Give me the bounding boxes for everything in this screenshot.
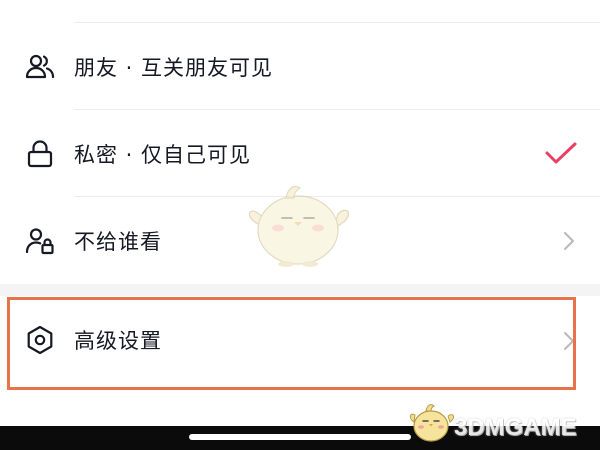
- option-exclude-label: 不给谁看: [74, 230, 162, 254]
- option-friends-label: 朋友 · 互关朋友可见: [74, 56, 274, 80]
- mascot-watermark-icon: [242, 178, 354, 270]
- lock-icon: [24, 138, 56, 170]
- home-indicator[interactable]: [189, 434, 411, 440]
- watermark-logo-text: 3DMGAME: [454, 414, 577, 441]
- chevron-right-icon: [562, 330, 576, 352]
- person-lock-icon: [24, 225, 56, 257]
- site-watermark: 3DMGAME: [408, 398, 598, 448]
- chevron-right-icon: [562, 230, 576, 252]
- section-separator: [0, 284, 600, 296]
- privacy-settings-sheet: 朋友 · 互关朋友可见 私密 · 仅自己可见 不给谁看 高级设置 3DMGAME: [0, 0, 600, 450]
- hexagon-settings-icon: [24, 324, 56, 356]
- option-private-label: 私密 · 仅自己可见: [74, 143, 252, 167]
- advanced-settings-label: 高级设置: [74, 329, 162, 353]
- checkmark-icon: [544, 141, 578, 167]
- two-people-icon: [24, 51, 56, 83]
- divider: [74, 22, 600, 23]
- mascot-logo-icon: [408, 400, 455, 444]
- option-friends[interactable]: 朋友 · 互关朋友可见: [0, 24, 600, 110]
- advanced-settings-item[interactable]: 高级设置: [0, 296, 600, 386]
- divider: [74, 109, 600, 110]
